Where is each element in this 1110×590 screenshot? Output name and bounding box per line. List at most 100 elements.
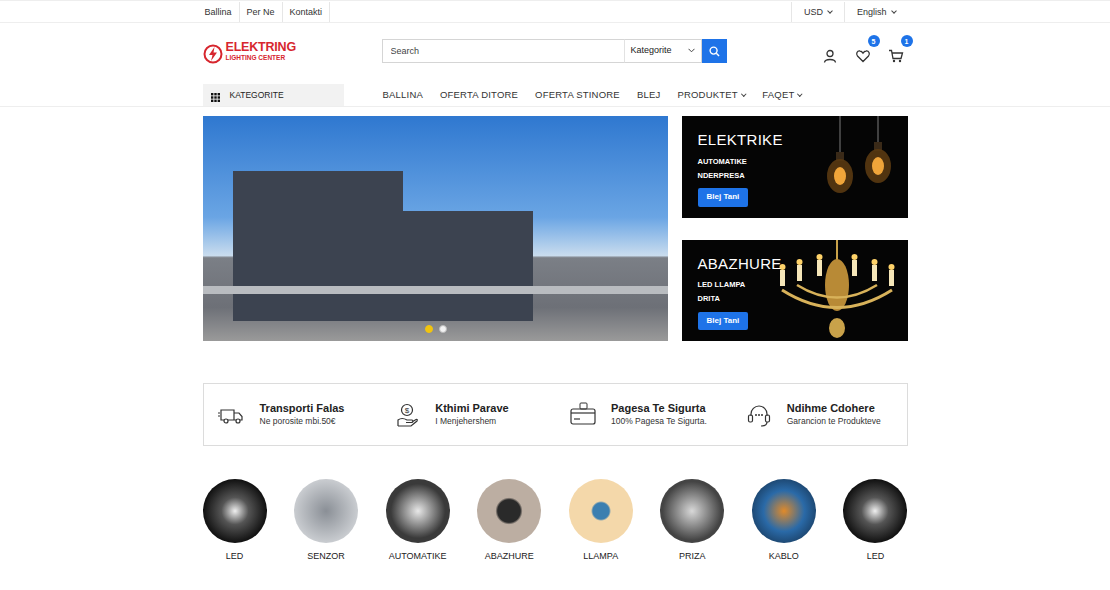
promo-banner-line: DRITA: [698, 292, 720, 306]
category-image: [203, 479, 267, 543]
feature-title: Kthimi Parave: [435, 401, 508, 415]
building-shape: [233, 171, 403, 321]
slider-dot[interactable]: [425, 325, 433, 333]
search-icon: [709, 39, 720, 63]
feature-text: Pagesa Te Sigurta100% Pagesa Te Sigurta.: [611, 401, 707, 427]
promo-banner-text: ELEKTRIKEAUTOMATIKENDERPRESABlej Tani: [698, 132, 783, 218]
category-item[interactable]: KABLO: [752, 479, 816, 564]
feature-item: Pagesa Te Sigurta100% Pagesa Te Sigurta.: [555, 401, 731, 429]
category-label: LLAMPA: [583, 550, 618, 564]
category-item[interactable]: LLAMPA: [569, 479, 633, 564]
category-label: KABLO: [769, 550, 799, 564]
main-nav-inner: KATEGORITE BALLINA OFERTA DITORE OFERTA STI…: [203, 84, 908, 106]
feature-item: Transporti FalasNe porosite mbi.50€: [204, 401, 380, 429]
search-button[interactable]: [702, 39, 727, 63]
feature-text: Ndihme CdohereGarancion te Produkteve: [787, 401, 881, 427]
category-label: LED: [867, 550, 885, 564]
feature-title: Pagesa Te Sigurta: [611, 401, 707, 415]
currency-selector[interactable]: USD: [791, 2, 844, 22]
category-item[interactable]: AUTOMATIKE: [386, 479, 450, 564]
grid-icon: [211, 91, 220, 100]
top-bar: BallinaPer NeKontakti USD English: [0, 0, 1110, 23]
language-label: English: [857, 7, 887, 17]
chevron-icon: [798, 92, 803, 97]
logo[interactable]: ELEKTRINGLIGHTING CENTER: [203, 41, 382, 61]
svg-text:$: $: [405, 406, 410, 415]
hero-slide[interactable]: [203, 116, 668, 341]
shop-now-button[interactable]: Blej Tani: [698, 188, 749, 207]
category-image: [477, 479, 541, 543]
category-image: [294, 479, 358, 543]
category-item[interactable]: ABAZHURE: [477, 479, 541, 564]
menu-item-label: FAQET: [762, 89, 794, 100]
category-item[interactable]: PRIZA: [660, 479, 724, 564]
slider-dots: [425, 325, 447, 333]
category-label: PRIZA: [679, 550, 706, 564]
promo-banner-title: ELEKTRIKE: [698, 132, 783, 149]
menu-item[interactable]: OFERTA DITORE: [440, 88, 518, 102]
cart-count-badge: 1: [901, 35, 913, 47]
category-image: [843, 479, 907, 543]
header-icons: 51: [822, 43, 908, 59]
categories-button[interactable]: KATEGORITE: [203, 84, 344, 106]
menu-item-label: BALLINA: [383, 89, 423, 100]
promo-banner-line: LED LLAMPA: [698, 278, 746, 292]
wishlist-count-badge: 5: [868, 35, 880, 47]
menu-item[interactable]: BLEJ: [637, 88, 661, 102]
feature-text: Kthimi ParaveI Menjehershem: [435, 401, 508, 427]
chandelier-icon: [772, 240, 902, 342]
menu-item-label: PRODUKTET: [677, 89, 737, 100]
category-label: LED: [226, 550, 244, 564]
top-bar-right: USD English: [791, 2, 908, 22]
top-link[interactable]: Per Ne: [240, 2, 283, 22]
promo-banner-line: AUTOMATIKE: [698, 155, 747, 169]
feature-title: Transporti Falas: [260, 401, 345, 415]
search-bar: Kategorite: [382, 39, 727, 63]
category-item[interactable]: LED: [843, 479, 907, 564]
truck-icon: [218, 401, 246, 429]
chevron-icon: [688, 44, 695, 58]
slider-dot[interactable]: [439, 325, 447, 333]
menu-item-label: OFERTA STINORE: [535, 89, 620, 100]
language-selector[interactable]: English: [844, 2, 908, 22]
logo-name: ELEKTRING: [226, 41, 296, 54]
building-shape: [403, 211, 533, 321]
category-select[interactable]: Kategorite: [624, 39, 702, 63]
card-icon: [569, 401, 597, 429]
menu-item-label: OFERTA DITORE: [440, 89, 518, 100]
search-input[interactable]: [382, 39, 624, 63]
cart-icon[interactable]: 1: [888, 43, 904, 59]
menu-item[interactable]: BALLINA: [383, 88, 423, 102]
chevron-icon: [741, 92, 746, 97]
road-shape: [203, 286, 668, 294]
lightning-icon: [203, 41, 223, 61]
top-link[interactable]: Kontakti: [283, 2, 331, 22]
menu-item[interactable]: PRODUKTET: [677, 88, 745, 102]
heart-icon[interactable]: 5: [855, 43, 871, 59]
promo-banner: ELEKTRIKEAUTOMATIKENDERPRESABlej Tani: [682, 116, 908, 218]
category-item[interactable]: SENZOR: [294, 479, 358, 564]
category-select-label: Kategorite: [631, 44, 672, 58]
currency-label: USD: [804, 7, 823, 17]
menu-item[interactable]: OFERTA STINORE: [535, 88, 620, 102]
category-item[interactable]: LED: [203, 479, 267, 564]
user-icon[interactable]: [822, 43, 838, 59]
feature-title: Ndihme Cdohere: [787, 401, 881, 415]
promo-banner-title: ABAZHURE: [698, 256, 782, 273]
main-nav: KATEGORITE BALLINA OFERTA DITORE OFERTA STI…: [0, 84, 1110, 107]
shop-now-button[interactable]: Blej Tani: [698, 312, 749, 331]
category-label: SENZOR: [307, 550, 345, 564]
menu-item[interactable]: FAQET: [762, 88, 802, 102]
support-icon: [745, 401, 773, 429]
bulbs-icon: [812, 116, 902, 216]
category-label: ABAZHURE: [485, 550, 534, 564]
top-bar-inner: BallinaPer NeKontakti USD English: [203, 1, 908, 22]
top-link[interactable]: Ballina: [203, 2, 240, 22]
menu-item-label: BLEJ: [637, 89, 661, 100]
category-label: AUTOMATIKE: [389, 550, 447, 564]
money-icon: $: [393, 401, 421, 429]
promo-banners: ELEKTRIKEAUTOMATIKENDERPRESABlej TaniABA…: [682, 116, 908, 341]
menu: BALLINA OFERTA DITORE OFERTA STINORE BLEJ PR…: [383, 88, 802, 102]
feature-subtitle: I Menjehershem: [435, 416, 508, 428]
feature-subtitle: 100% Pagesa Te Sigurta.: [611, 416, 707, 428]
